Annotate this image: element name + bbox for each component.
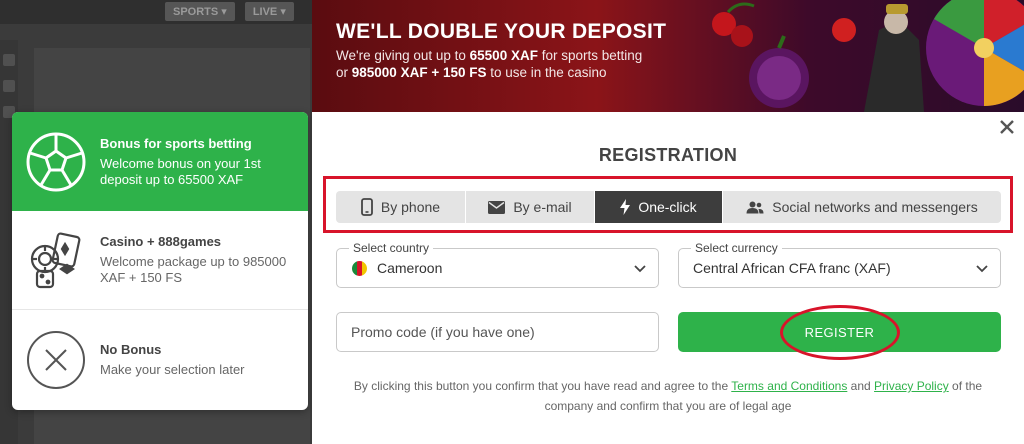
tab-by-email[interactable]: By e-mail [466,191,595,223]
soccer-ball-icon [12,112,100,211]
tab-one-click[interactable]: One-click [595,191,723,223]
banner-casino-art [712,0,1024,112]
lightning-icon [620,199,631,215]
tab-label: Social networks and messengers [772,199,978,215]
tab-label: By e-mail [513,199,572,215]
currency-label: Select currency [691,241,782,255]
nav-sports[interactable]: SPORTS ▾ [165,1,235,21]
promo-code-field [336,312,659,352]
country-label: Select country [349,241,434,255]
bonus-description: Make your selection later [100,361,245,377]
nav-live[interactable]: LIVE ▾ [244,1,294,21]
privacy-link[interactable]: Privacy Policy [874,379,949,393]
no-bonus-x-icon [12,310,100,409]
envelope-icon [488,200,506,214]
bonus-selection-panel: Bonus for sports betting Welcome bonus o… [12,112,308,410]
background-nav: SPORTS ▾ LIVE ▾ [165,0,294,22]
country-value: Cameroon [377,260,443,276]
casino-chips-cards-icon [12,211,100,310]
bonus-title: No Bonus [100,341,162,357]
banner-text: We're giving out up to 65500 XAF for spo… [336,48,643,80]
registration-method-tabs: By phone By e-mail One-click Social netw… [336,191,1001,223]
phone-icon [361,198,373,216]
banner-title: WE'LL DOUBLE YOUR DEPOSIT [336,20,667,43]
promo-banner: WE'LL DOUBLE YOUR DEPOSIT We're giving o… [312,0,1024,112]
bonus-option-none[interactable]: No Bonus Make your selection later [12,310,308,409]
tab-by-phone[interactable]: By phone [336,191,466,223]
registration-modal: REGISTRATION By phone By e-mail One-clic… [312,112,1024,444]
cameroon-flag-icon [352,261,367,276]
tab-label: One-click [638,199,697,215]
bonus-title: Casino + 888games [100,234,222,249]
bonus-description: Welcome bonus on your 1st deposit up to … [100,155,261,187]
users-icon [746,201,764,213]
currency-select[interactable]: Select currency Central African CFA fran… [678,241,1001,288]
terms-link[interactable]: Terms and Conditions [731,379,847,393]
country-select[interactable]: Select country Cameroon [336,241,659,288]
bonus-title: Bonus for sports betting [100,135,252,151]
bonus-description: Welcome package up to 985000 XAF + 150 F… [100,254,287,285]
promo-code-input[interactable] [337,313,658,351]
register-button[interactable]: REGISTER [678,312,1001,352]
chevron-down-icon [634,265,646,273]
tab-label: By phone [380,199,441,215]
bonus-option-casino[interactable]: Casino + 888games Welcome package up to … [12,211,308,310]
chevron-down-icon [976,265,988,273]
bonus-option-sports[interactable]: Bonus for sports betting Welcome bonus o… [12,112,308,211]
tab-social-networks[interactable]: Social networks and messengers [723,191,1001,223]
legal-text: By clicking this button you confirm that… [353,379,983,413]
close-icon[interactable] [998,118,1016,136]
currency-value: Central African CFA franc (XAF) [693,260,891,276]
modal-title: REGISTRATION [598,145,738,165]
